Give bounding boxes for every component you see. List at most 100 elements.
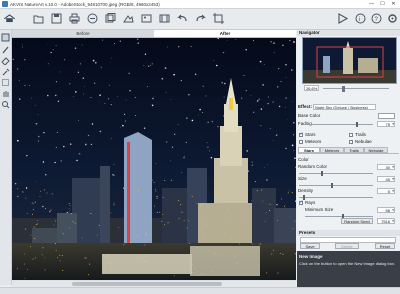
star: [14, 183, 17, 185]
maximize-button[interactable]: ☐: [377, 0, 388, 8]
reset-button[interactable]: Reset: [375, 243, 395, 249]
rays-checkbox[interactable]: [299, 199, 303, 205]
zoom-field[interactable]: 26.6%: [304, 85, 319, 91]
about-icon[interactable]: i: [354, 12, 367, 25]
base-color-swatch[interactable]: [378, 112, 395, 119]
size-slider[interactable]: [299, 182, 373, 188]
redo-icon[interactable]: [194, 12, 207, 25]
city-light: [54, 243, 56, 244]
density-slider[interactable]: [299, 194, 373, 200]
svg-text:i: i: [359, 17, 360, 23]
city-light: [224, 233, 226, 235]
star: [47, 94, 49, 97]
city-light: [292, 228, 294, 230]
star: [282, 44, 284, 47]
image-icon[interactable]: [140, 12, 153, 25]
meteors-checkbox[interactable]: [299, 139, 303, 144]
print-icon[interactable]: [68, 12, 81, 25]
tab-before[interactable]: Before: [12, 30, 154, 37]
city-light: [261, 189, 263, 191]
fading-slider[interactable]: [311, 121, 373, 127]
star: [119, 40, 121, 42]
random-seed-value[interactable]: 7516: [377, 218, 395, 224]
star: [91, 123, 94, 125]
hand-icon[interactable]: [1, 89, 10, 98]
city-light: [196, 203, 198, 205]
zoom-slider-track[interactable]: [323, 88, 389, 89]
run-icon[interactable]: [336, 12, 349, 25]
fading-slider-knob[interactable]: [356, 121, 358, 127]
minimize-button[interactable]: —: [366, 0, 377, 8]
batch-icon[interactable]: [104, 12, 117, 25]
presets-icon[interactable]: [122, 12, 135, 25]
navigator-preview[interactable]: [302, 37, 397, 84]
star: [270, 41, 272, 43]
random-color-slider[interactable]: [299, 170, 373, 176]
help-icon[interactable]: ?: [370, 12, 383, 25]
city-light: [155, 190, 157, 192]
stars-checkbox[interactable]: [299, 131, 303, 137]
zoom-slider-knob[interactable]: [342, 85, 345, 92]
min-size-value[interactable]: 56: [377, 206, 395, 213]
random-seed-button[interactable]: Random Seed: [341, 218, 373, 224]
city-light: [159, 211, 161, 213]
star: [222, 51, 225, 54]
star: [113, 43, 116, 45]
star: [183, 156, 185, 159]
city-light: [30, 234, 32, 236]
star: [113, 163, 115, 165]
city-light: [281, 198, 282, 200]
tab-after[interactable]: After: [154, 30, 296, 37]
city-light: [42, 247, 44, 249]
trails-checkbox-label: Trails: [355, 132, 366, 137]
city-light: [30, 246, 31, 247]
subtab-nebulae[interactable]: Nebulae: [364, 147, 388, 153]
subtab-trails[interactable]: Trails: [344, 147, 364, 153]
star: [143, 127, 146, 129]
star: [99, 101, 101, 103]
min-size-slider[interactable]: [305, 213, 373, 219]
crop-icon[interactable]: [212, 12, 225, 25]
delete-preset-button[interactable]: Delete: [335, 243, 359, 249]
star: [198, 113, 199, 115]
brush-icon[interactable]: [1, 45, 10, 54]
share-icon[interactable]: [86, 12, 99, 25]
before-after-icon[interactable]: [1, 33, 10, 42]
selection-icon[interactable]: [1, 78, 10, 87]
city-light: [222, 203, 224, 204]
fading-value[interactable]: 75: [377, 120, 395, 127]
star: [278, 68, 280, 70]
star: [180, 80, 182, 82]
star: [221, 82, 223, 84]
save-preset-button[interactable]: Save: [300, 243, 320, 249]
save-icon[interactable]: [50, 12, 63, 25]
settings-icon[interactable]: [386, 12, 399, 25]
home-icon[interactable]: [3, 12, 23, 25]
close-button[interactable]: ✕: [388, 0, 399, 8]
star: [164, 180, 166, 181]
effect-select[interactable]: Night Sky (Deluxe / Business): [313, 103, 376, 110]
zoom-icon[interactable]: [1, 100, 10, 109]
star: [83, 93, 85, 95]
star: [289, 40, 291, 42]
scrollbar-thumb[interactable]: [72, 282, 222, 286]
subtab-stars[interactable]: Stars: [298, 147, 320, 153]
undo-icon[interactable]: [176, 12, 189, 25]
photo-canvas[interactable]: [12, 38, 296, 280]
subtab-meteors[interactable]: Meteors: [320, 147, 344, 153]
density-value[interactable]: 5: [377, 187, 395, 194]
star: [165, 91, 167, 93]
size-value[interactable]: 45: [377, 175, 395, 182]
film-icon[interactable]: [158, 12, 171, 25]
hint-panel: New Image Click on the button to open th…: [297, 251, 400, 287]
eraser-icon[interactable]: [1, 56, 10, 66]
star: [243, 75, 245, 76]
trails-checkbox[interactable]: [349, 132, 353, 137]
random-color-value[interactable]: 30: [377, 163, 395, 170]
nebulae-checkbox[interactable]: [349, 139, 353, 144]
effect-label: Effect:: [298, 104, 313, 109]
star: [285, 64, 287, 66]
open-file-icon[interactable]: [32, 12, 45, 25]
eyedropper-icon[interactable]: [1, 67, 10, 76]
size-row: Size 45: [297, 175, 400, 182]
